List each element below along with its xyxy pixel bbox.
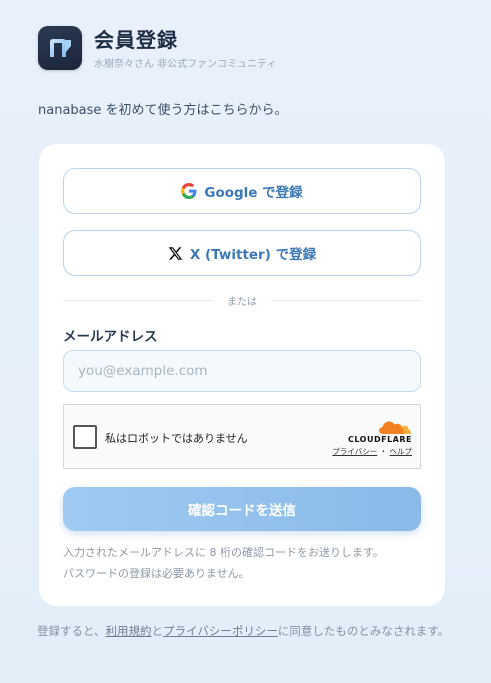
code-info-line-1: 入力されたメールアドレスに 8 桁の確認コードをお送りします。 [63, 546, 384, 559]
captcha-link-separator: ・ [379, 447, 388, 456]
x-signup-label: X (Twitter) で登録 [189, 247, 317, 263]
page-title: 会員登録 [94, 27, 178, 52]
terms-of-service-link[interactable]: 利用規約 [106, 624, 152, 638]
captcha-privacy-link[interactable]: プライバシー [332, 447, 377, 456]
page-subtitle: 水樹奈々さん 非公式ファンコミュニティ [94, 58, 277, 70]
or-divider: または [63, 293, 421, 308]
terms-and: と [151, 624, 164, 638]
email-label: メールアドレス [63, 329, 158, 345]
captcha-label: 私はロボットではありません [105, 432, 248, 445]
send-code-button[interactable]: 確認コードを送信 [63, 487, 421, 531]
terms-prefix: 登録すると、 [37, 624, 106, 638]
google-signup-label: Google で登録 [204, 185, 303, 201]
cloudflare-brand-text: CLOUDFLARE [348, 435, 412, 444]
captcha-checkbox[interactable] [73, 425, 97, 449]
cloudflare-branding: CLOUDFLARE プライバシー ・ ヘルプ [332, 419, 412, 457]
x-logo-icon [168, 246, 183, 261]
terms-notice: 登録すると、利用規約とプライバシーポリシーに同意したものとみなされます。 [37, 621, 457, 641]
code-info-line-2: パスワードの登録は必要ありません。 [63, 567, 250, 580]
google-icon [181, 183, 197, 199]
turnstile-widget: 私はロボットではありません CLOUDFLARE プライバシー ・ ヘルプ [63, 404, 421, 469]
signup-card: Google で登録 X (Twitter) で登録 または メールアドレス 私… [39, 144, 445, 606]
divider-line-right [271, 300, 421, 301]
code-info-note: 入力されたメールアドレスに 8 桁の確認コードをお送りします。 パスワードの登録… [63, 542, 423, 584]
app-logo-icon [38, 26, 82, 70]
captcha-help-link[interactable]: ヘルプ [390, 447, 413, 456]
email-input[interactable] [63, 350, 421, 392]
page-header: 会員登録 水樹奈々さん 非公式ファンコミュニティ [38, 26, 277, 70]
x-signup-button[interactable]: X (Twitter) で登録 [63, 230, 421, 276]
cloudflare-links: プライバシー ・ ヘルプ [332, 446, 412, 457]
google-signup-button[interactable]: Google で登録 [63, 168, 421, 214]
cloudflare-cloud-icon [379, 421, 411, 434]
privacy-policy-link[interactable]: プライバシーポリシー [163, 624, 278, 638]
terms-suffix: に同意したものとみなされます。 [277, 624, 450, 638]
intro-text: nanabase を初めて使う方はこちらから。 [38, 103, 288, 118]
